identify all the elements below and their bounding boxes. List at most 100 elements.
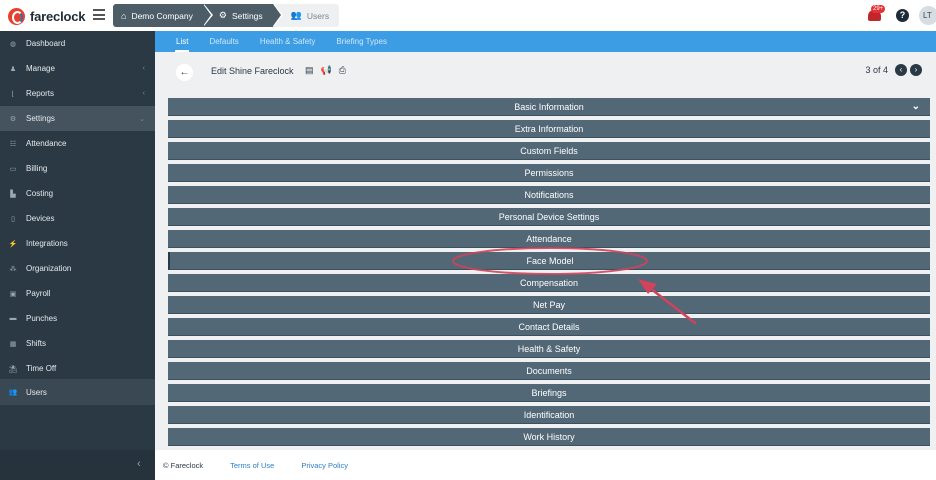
sidebar-item-settings[interactable]: ⚙ Settings ⌄	[0, 106, 155, 131]
copyright-text: © Fareclock	[163, 460, 204, 470]
top-header: fareclock ⌂ Demo Company ⚙ Settings 👥 Us…	[0, 0, 936, 31]
sidebar-item-shifts[interactable]: ▦ Shifts	[0, 331, 155, 356]
section-label: Notifications	[524, 190, 574, 200]
logo-icon	[8, 7, 25, 25]
section-label: Net Pay	[532, 300, 565, 310]
chevron-left-icon: ‹	[142, 90, 145, 97]
sidebar-item-label: Payroll	[26, 289, 51, 298]
sidebar-item-organization[interactable]: ⁂ Organization	[0, 256, 155, 281]
section-custom-fields[interactable]: Custom Fields	[168, 142, 930, 160]
section-notifications[interactable]: Notifications	[168, 186, 930, 204]
attendance-icon: ☷	[9, 140, 17, 148]
logo-text: fareclock	[30, 8, 86, 24]
sidebar-item-label: Reports	[26, 89, 55, 98]
section-label: Briefings	[531, 388, 567, 398]
sidebar-item-devices[interactable]: ▯ Devices	[0, 206, 155, 231]
sidebar-item-punches[interactable]: ▬ Punches	[0, 306, 155, 331]
print-icon[interactable]: ⎙	[339, 65, 346, 76]
section-label: Health & Safety	[517, 344, 581, 354]
settings-icon: ⚙	[9, 115, 17, 123]
privacy-policy-link[interactable]: Privacy Policy	[301, 461, 348, 470]
section-label: Extra Information	[514, 124, 584, 134]
notification-badge: 29+	[871, 5, 886, 13]
tab-health-safety[interactable]: Health & Safety	[260, 31, 316, 52]
sidebar-item-label: Billing	[26, 164, 48, 173]
reports-icon: ⌊	[11, 90, 15, 98]
page-title: Edit Shine Fareclock	[211, 66, 294, 76]
section-basic-information[interactable]: Basic Information ⌄	[168, 98, 930, 116]
sidebar-item-users[interactable]: 👥 Users	[0, 379, 155, 405]
breadcrumb-label: Users	[306, 10, 330, 21]
section-attendance[interactable]: Attendance	[168, 230, 930, 248]
section-label: Attendance	[526, 234, 572, 244]
section-contact-details[interactable]: Contact Details	[168, 318, 930, 336]
breadcrumb-label: Demo Company	[131, 10, 193, 21]
dashboard-icon: ◍	[9, 40, 17, 48]
section-label: Face Model	[526, 256, 574, 266]
sidebar-item-payroll[interactable]: ▣ Payroll	[0, 281, 155, 306]
section-net-pay[interactable]: Net Pay	[168, 296, 930, 314]
breadcrumb-settings[interactable]: ⚙ Settings	[202, 4, 283, 27]
manage-icon: ♟	[9, 65, 17, 73]
tab-briefing-types[interactable]: Briefing Types	[336, 31, 387, 52]
users-icon: 👥	[290, 10, 302, 20]
sidebar-item-time-off[interactable]: ⛱ Time Off	[0, 356, 155, 381]
sidebar-collapse-button[interactable]: ‹	[0, 450, 155, 480]
pager-text: 3 of 4	[865, 65, 888, 75]
bullhorn-icon[interactable]: 📢	[321, 65, 332, 76]
section-documents[interactable]: Documents	[168, 362, 930, 380]
section-label: Personal Device Settings	[498, 212, 600, 222]
sidebar-item-label: Settings	[26, 114, 55, 123]
record-pager: 3 of 4 ‹ ›	[865, 64, 922, 76]
next-record-icon[interactable]: ›	[910, 64, 922, 76]
payroll-icon: ▣	[9, 290, 17, 298]
sidebar-item-costing[interactable]: ▙ Costing	[0, 181, 155, 206]
section-health-safety[interactable]: Health & Safety	[168, 340, 930, 358]
section-compensation[interactable]: Compensation	[168, 274, 930, 292]
chevron-down-icon: ⌄	[139, 115, 145, 123]
tab-list[interactable]: List	[174, 31, 190, 52]
section-face-model[interactable]: Face Model	[168, 252, 930, 270]
section-identification[interactable]: Identification	[168, 406, 930, 424]
sidebar-item-billing[interactable]: ▭ Billing	[0, 156, 155, 181]
id-card-icon[interactable]: ▤	[305, 65, 314, 76]
back-arrow-icon[interactable]: ←	[176, 64, 193, 81]
breadcrumb-demo-company[interactable]: ⌂ Demo Company	[113, 4, 213, 27]
sidebar-item-label: Organization	[26, 264, 72, 273]
sidebar-item-reports[interactable]: ⌊ Reports ‹	[0, 81, 155, 106]
sidebar-item-attendance[interactable]: ☷ Attendance	[0, 131, 155, 156]
section-permissions[interactable]: Permissions	[168, 164, 930, 182]
section-label: Custom Fields	[520, 146, 578, 156]
section-personal-device-settings[interactable]: Personal Device Settings	[168, 208, 930, 226]
home-icon: ⌂	[121, 10, 127, 21]
fareclock-logo[interactable]: fareclock	[8, 6, 85, 26]
sidebar-item-label: Devices	[26, 214, 55, 223]
double-chevron-down-icon[interactable]: ⌄	[912, 98, 920, 116]
breadcrumb: ⌂ Demo Company ⚙ Settings 👥 Users	[113, 4, 340, 27]
tab-defaults[interactable]: Defaults	[209, 31, 238, 52]
help-icon[interactable]: ?	[896, 9, 909, 22]
time-off-icon: ⛱	[8, 365, 18, 373]
sidebar-item-label: Costing	[26, 189, 54, 198]
billing-icon: ▭	[9, 165, 17, 173]
sidebar-item-label: Time Off	[26, 364, 57, 373]
section-label: Contact Details	[518, 322, 580, 332]
users-icon: 👥	[8, 389, 18, 396]
avatar[interactable]: LT	[919, 6, 936, 25]
section-extra-information[interactable]: Extra Information	[168, 120, 930, 138]
terms-of-use-link[interactable]: Terms of Use	[230, 461, 274, 470]
section-briefings[interactable]: Briefings	[168, 384, 930, 402]
chevron-left-icon: ‹	[137, 458, 141, 470]
notifications-button[interactable]: 29+	[868, 5, 886, 22]
section-work-history[interactable]: Work History	[168, 428, 930, 446]
hamburger-menu-icon[interactable]	[93, 9, 105, 20]
sidebar-item-label: Manage	[26, 64, 55, 73]
previous-record-icon[interactable]: ‹	[895, 64, 907, 76]
sidebar-item-integrations[interactable]: ⚡ Integrations	[0, 231, 155, 256]
sidebar-item-dashboard[interactable]: ◍ Dashboard	[0, 31, 155, 56]
sidebar-item-manage[interactable]: ♟ Manage ‹	[0, 56, 155, 81]
section-label: Work History	[523, 432, 575, 442]
section-label: Identification	[523, 410, 575, 420]
costing-icon: ▙	[10, 190, 16, 198]
sidebar-item-label: Users	[26, 387, 47, 397]
